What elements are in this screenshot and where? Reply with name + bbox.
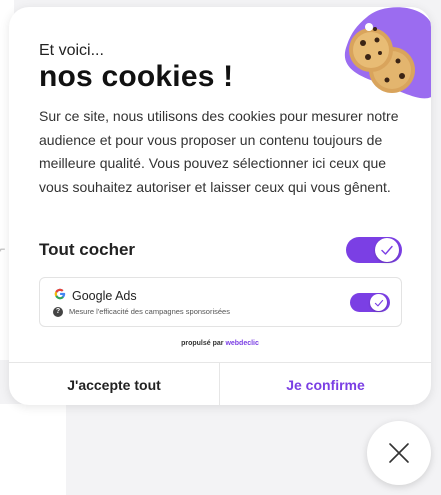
- background-panel-bottom: [0, 404, 66, 495]
- powered-by: propulsé par webdeclic: [9, 340, 431, 347]
- checkmark-icon: [374, 299, 383, 306]
- google-icon: [54, 288, 66, 300]
- close-icon: [389, 443, 409, 463]
- service-description: Mesure l'efficacité des campagnes sponso…: [69, 307, 230, 316]
- modal-footer: J'accepte tout Je confirme: [9, 362, 431, 405]
- checkmark-icon: [381, 245, 393, 255]
- service-name: Google Ads: [72, 289, 137, 303]
- confirm-button[interactable]: Je confirme: [220, 363, 431, 405]
- toggle-knob: [375, 238, 399, 262]
- select-all-row: Tout cocher: [39, 237, 403, 263]
- toggle-knob: [370, 294, 387, 311]
- cookie-consent-modal: Et voici... nos cookies ! Sur ce site, n…: [9, 7, 431, 405]
- powered-by-prefix: propulsé par: [181, 340, 224, 347]
- powered-by-brand-link[interactable]: webdeclic: [225, 340, 258, 347]
- question-icon[interactable]: ?: [53, 307, 63, 317]
- close-button[interactable]: [367, 421, 431, 485]
- modal-description: Sur ce site, nous utilisons des cookies …: [39, 108, 399, 195]
- cookies-illustration: [349, 23, 415, 93]
- google-ads-toggle[interactable]: [350, 293, 390, 312]
- modal-eyebrow: Et voici...: [39, 42, 104, 59]
- service-card-google-ads: Google Ads ? Mesure l'efficacité des cam…: [39, 277, 402, 327]
- select-all-label: Tout cocher: [39, 240, 136, 259]
- select-all-toggle[interactable]: [346, 237, 402, 263]
- accept-all-button[interactable]: J'accepte tout: [9, 363, 219, 405]
- modal-title: nos cookies !: [39, 60, 234, 93]
- background-marker: ⌐: [0, 244, 6, 254]
